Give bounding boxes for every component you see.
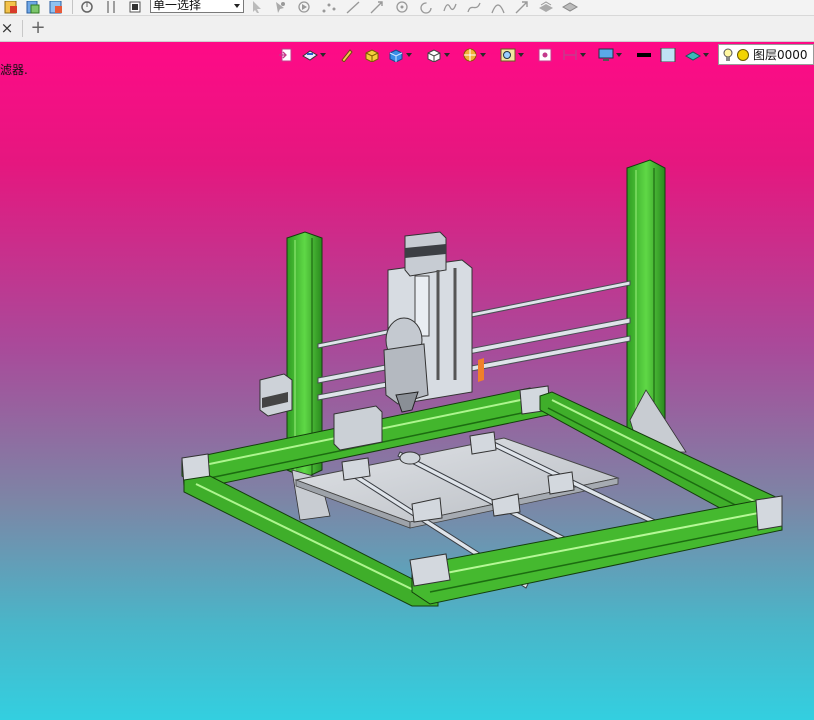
display-icon[interactable]	[598, 46, 622, 64]
selection-mode-select[interactable]: 单一选择	[150, 0, 244, 13]
rotate-icon[interactable]	[79, 0, 95, 14]
layer-selector[interactable]: 图层0000	[718, 44, 814, 65]
column-back-right	[626, 159, 687, 453]
spindle-carriage	[383, 231, 484, 413]
exit-sketch-icon[interactable]	[278, 46, 292, 64]
chevron-down-icon	[480, 53, 486, 57]
vector-icon[interactable]	[514, 0, 530, 14]
spline-icon[interactable]	[466, 0, 482, 14]
y-motor-left	[259, 373, 293, 417]
chevron-down-icon	[580, 53, 586, 57]
shaded-box-icon[interactable]	[364, 46, 380, 64]
chevron-down-icon	[616, 53, 622, 57]
view-orient-icon[interactable]	[302, 46, 326, 64]
lightbulb-icon[interactable]	[723, 48, 733, 62]
plane-icon[interactable]	[562, 0, 578, 14]
toolbar-separator	[72, 0, 73, 14]
x-motor-block	[333, 405, 383, 451]
pointer-icon[interactable]	[250, 0, 264, 14]
zoom-fit-icon[interactable]	[500, 46, 524, 64]
layer-name: 图层0000	[753, 48, 808, 62]
section-icon[interactable]	[462, 46, 486, 64]
play-icon[interactable]	[297, 0, 311, 14]
arrow-line-icon[interactable]	[369, 0, 385, 14]
cnc-machine-model	[181, 159, 783, 607]
chevron-down-icon	[518, 53, 524, 57]
pencil-icon[interactable]	[340, 46, 354, 64]
main-toolbar: 单一选择	[0, 0, 814, 16]
chevron-down-icon	[406, 53, 412, 57]
chevron-down-icon	[234, 4, 240, 8]
tab-separator	[22, 20, 23, 37]
line-icon[interactable]	[345, 0, 361, 14]
circle-point-icon[interactable]	[394, 0, 410, 14]
cursor-icon[interactable]	[273, 0, 287, 14]
white-box-icon[interactable]	[426, 46, 450, 64]
loop-icon[interactable]	[490, 0, 506, 14]
document-tab-bar: × +	[0, 16, 814, 42]
black-swatch[interactable]	[636, 46, 652, 64]
chevron-down-icon	[320, 53, 326, 57]
chevron-down-icon	[703, 53, 709, 57]
light-blue-swatch[interactable]	[660, 46, 676, 64]
points-icon[interactable]	[321, 0, 337, 14]
blue-box-icon[interactable]	[388, 46, 412, 64]
arc-icon[interactable]	[418, 0, 434, 14]
paste-icon[interactable]	[48, 0, 64, 14]
target-icon[interactable]	[538, 46, 552, 64]
view-label: 滤器.	[0, 63, 28, 77]
stop-icon[interactable]	[128, 0, 142, 14]
layer-color-icon[interactable]	[736, 48, 750, 62]
chevron-down-icon	[444, 53, 450, 57]
plane-swatch-icon[interactable]	[685, 46, 709, 64]
copy-icon[interactable]	[25, 0, 41, 14]
surface-icon[interactable]	[538, 0, 554, 14]
add-tab-button[interactable]: +	[30, 18, 46, 38]
dimension-icon[interactable]	[562, 46, 586, 64]
document-icon[interactable]	[3, 0, 19, 14]
gantry-rods	[317, 280, 631, 401]
reference-icon[interactable]	[104, 0, 118, 14]
close-tab-button[interactable]: ×	[0, 20, 14, 36]
view-toolbar: 图层0000	[0, 42, 814, 68]
curve-icon[interactable]	[442, 0, 458, 14]
3d-viewport[interactable]: 图层0000 滤器.	[0, 42, 814, 720]
selection-mode-value: 单一选择	[153, 0, 202, 12]
